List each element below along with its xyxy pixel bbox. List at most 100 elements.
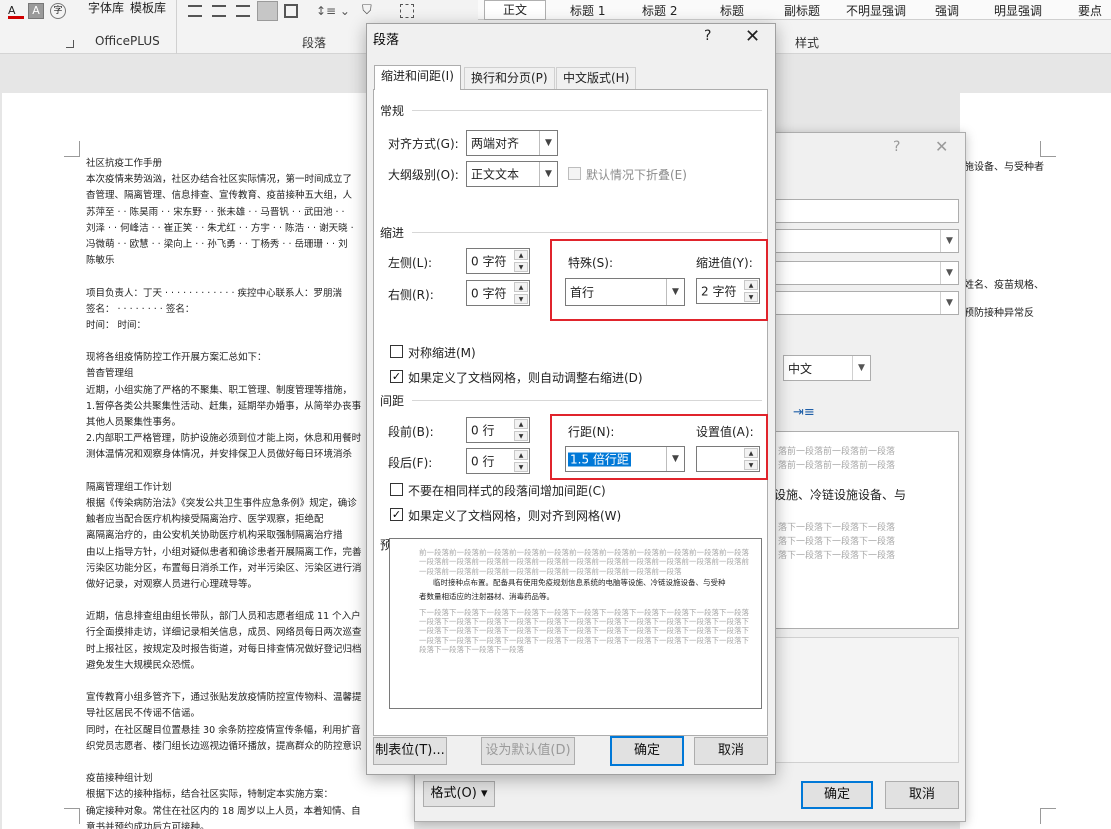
line-spacing-label: 行距(N): xyxy=(568,425,615,439)
crop-mark xyxy=(64,808,80,824)
bg-preview-line: 落前一段落前一段落前一段落 xyxy=(778,447,896,457)
font-color-icon[interactable]: A xyxy=(8,3,24,19)
help-icon[interactable]: ? xyxy=(704,28,711,44)
paragraph-dialog: 段落 ? ✕ 缩进和间距(I) 换行和分页(P) 中文版式(H) 常规 对齐方式… xyxy=(366,23,776,775)
borders-icon[interactable] xyxy=(400,4,414,18)
help-icon[interactable]: ? xyxy=(893,139,900,155)
indent-buttons-icon[interactable]: ⇥≡ xyxy=(793,405,815,420)
space-before-spinner[interactable]: 0 行 ▲ ▼ xyxy=(466,417,530,443)
alignment-combo[interactable]: 两端对齐 ▼ xyxy=(466,130,558,156)
spin-down-icon[interactable]: ▼ xyxy=(514,262,528,272)
template-library-button[interactable]: 模板库 xyxy=(130,0,166,16)
bg-cancel-button[interactable]: 取消 xyxy=(885,781,959,809)
justify-icon[interactable] xyxy=(257,1,278,21)
indent-by-label: 缩进值(Y): xyxy=(696,256,753,270)
snap-to-grid-checkbox[interactable]: ✓ xyxy=(390,508,403,521)
spin-up-icon[interactable]: ▲ xyxy=(744,280,758,290)
space-after-label: 段后(F): xyxy=(388,456,433,470)
spin-down-icon[interactable]: ▼ xyxy=(514,294,528,304)
document-line: 杳管理、隔离管理、信息排查、宣传教育、疫苗接种五大组，人 xyxy=(86,190,353,202)
no-space-same-style-checkbox[interactable] xyxy=(390,483,403,496)
format-button[interactable]: 格式(O) ▾ xyxy=(423,781,495,807)
line-spacing-at-spinner[interactable]: ▲ ▼ xyxy=(696,446,760,472)
format-button-label: 格式(O) ▾ xyxy=(430,786,488,801)
document-line: 2.内部职工严格管理，防护设施必须到位才能上岗，休息和用餐时 xyxy=(86,433,362,445)
set-default-button[interactable]: 设为默认值(D) xyxy=(481,737,575,765)
right-page-text: 姓名、疫苗规格、 xyxy=(964,280,1044,291)
ok-button[interactable]: 确定 xyxy=(610,736,684,766)
line-spacing-combo[interactable]: 1.5 倍行距 ▼ xyxy=(565,446,685,472)
style-title[interactable]: 标题 xyxy=(720,2,744,19)
document-page-right[interactable] xyxy=(960,93,1111,829)
bg-text-field[interactable] xyxy=(775,199,959,223)
style-key-point[interactable]: 要点 xyxy=(1078,2,1102,19)
spin-up-icon[interactable]: ▲ xyxy=(514,450,528,460)
language-combo[interactable]: 中文 ▼ xyxy=(783,355,871,381)
spin-up-icon[interactable]: ▲ xyxy=(514,419,528,429)
spin-up-icon[interactable]: ▲ xyxy=(514,250,528,260)
special-indent-combo[interactable]: 首行 ▼ xyxy=(565,278,685,306)
tab-line-page-breaks[interactable]: 换行和分页(P) xyxy=(464,67,555,89)
crop-mark xyxy=(1040,141,1056,157)
style-emphasis[interactable]: 强调 xyxy=(935,2,959,19)
mirror-indents-checkbox[interactable] xyxy=(390,345,403,358)
spin-down-icon[interactable]: ▼ xyxy=(514,462,528,472)
close-icon[interactable]: ✕ xyxy=(745,26,760,47)
paragraph-group-label: 段落 xyxy=(302,36,327,50)
no-space-same-style-label: 不要在相同样式的段落间增加间距(C) xyxy=(408,484,606,498)
bg-combo[interactable]: ▼ xyxy=(775,291,959,315)
document-line: 陈敏乐 xyxy=(86,255,115,267)
align-center-icon[interactable] xyxy=(212,5,226,17)
style-subtitle[interactable]: 副标题 xyxy=(784,2,820,19)
right-page-text: 预防接种异常反 xyxy=(964,308,1034,319)
style-heading2[interactable]: 标题 2 xyxy=(642,2,677,19)
indent-by-value: 2 字符 xyxy=(701,284,737,299)
document-line: 确定接种对象。常住在社区内的 18 周岁以上人员，本着知情、自 xyxy=(86,805,361,817)
close-icon[interactable]: ✕ xyxy=(935,137,948,156)
shading-icon[interactable]: ⛉ xyxy=(362,3,372,18)
chevron-down-icon: ▼ xyxy=(539,162,557,186)
style-intense-emphasis[interactable]: 明显强调 xyxy=(994,2,1042,19)
snap-to-grid-label: 如果定义了文档网格，则对齐到网格(W) xyxy=(408,509,622,523)
align-left-icon[interactable] xyxy=(188,5,202,17)
ok-button-label: 确定 xyxy=(633,743,660,758)
bg-preview-body: 设施、冷链设施设备、与 xyxy=(775,488,907,502)
distributed-icon[interactable] xyxy=(284,4,298,18)
bg-combo[interactable]: ▼ xyxy=(775,229,959,253)
bg-preview-line: 落下一段落下一段落下一段落 xyxy=(778,537,896,547)
space-after-spinner[interactable]: 0 行 ▲ ▼ xyxy=(466,448,530,474)
style-normal[interactable]: 正文 xyxy=(484,0,546,20)
enclose-char-icon[interactable]: 字 xyxy=(50,3,66,19)
align-right-icon[interactable] xyxy=(236,5,250,17)
char-shading-icon[interactable]: A xyxy=(28,3,44,19)
document-line: 冯微萌 · · 欧慧 · · 梁向上 · · 孙飞勇 · · 丁杨秀 · · 岳… xyxy=(86,238,348,250)
bg-ok-button[interactable]: 确定 xyxy=(801,781,873,809)
style-heading1[interactable]: 标题 1 xyxy=(570,2,605,19)
collapse-checkbox[interactable] xyxy=(568,167,581,180)
tab-indents-spacing[interactable]: 缩进和间距(I) xyxy=(374,65,461,90)
line-spacing-icon[interactable]: ↕≡ ⌄ xyxy=(316,4,350,18)
spin-down-icon[interactable]: ▼ xyxy=(744,292,758,302)
outline-level-combo[interactable]: 正文文本 ▼ xyxy=(466,161,558,187)
spin-down-icon[interactable]: ▼ xyxy=(744,460,758,470)
indent-left-spinner[interactable]: 0 字符 ▲ ▼ xyxy=(466,248,530,274)
style-subtle-emphasis[interactable]: 不明显强调 xyxy=(846,2,906,19)
styles-gallery: 正文 标题 1 标题 2 标题 副标题 不明显强调 强调 明显强调 要点 xyxy=(478,0,1111,20)
tab-asian-typography[interactable]: 中文版式(H) xyxy=(556,67,637,89)
bg-preview-line: 落前一段落前一段落前一段落 xyxy=(778,461,896,471)
bg-combo[interactable]: ▼ xyxy=(775,261,959,285)
font-dialog-launcher-icon[interactable] xyxy=(66,40,74,48)
tabs-button[interactable]: 制表位(T)... xyxy=(373,737,447,765)
font-library-button[interactable]: 字体库 xyxy=(88,0,124,16)
spin-down-icon[interactable]: ▼ xyxy=(514,431,528,441)
spin-up-icon[interactable]: ▲ xyxy=(514,282,528,292)
indent-right-spinner[interactable]: 0 字符 ▲ ▼ xyxy=(466,280,530,306)
document-body-text: 社区抗疫工作手册 本次疫情来势汹汹，社区办结合社区实际情况，第一时间成立了 杳管理、… xyxy=(86,156,386,829)
spin-up-icon[interactable]: ▲ xyxy=(744,448,758,458)
collapse-label: 默认情况下折叠(E) xyxy=(586,168,687,182)
indent-by-spinner[interactable]: 2 字符 ▲ ▼ xyxy=(696,278,760,304)
preview-next-line: 一段落下一段落下一段落下一段落下一段落下一段落下一段落下一段落下一段落下一段落下… xyxy=(419,617,749,627)
cancel-button[interactable]: 取消 xyxy=(694,737,768,765)
auto-adjust-indent-checkbox[interactable]: ✓ xyxy=(390,370,403,383)
